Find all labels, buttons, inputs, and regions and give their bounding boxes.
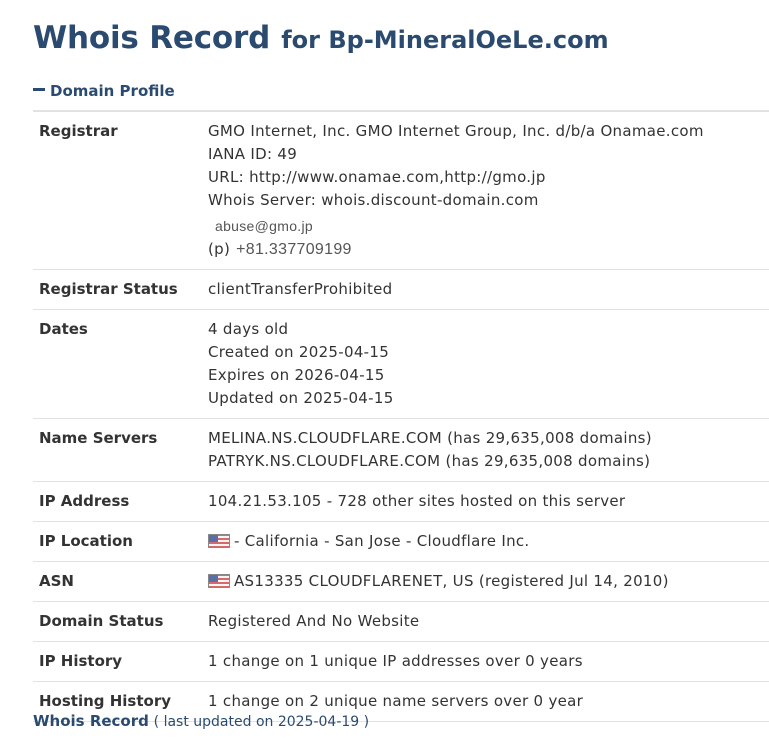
table-row-name-servers: Name Servers MELINA.NS.CLOUDFLARE.COM (h… <box>33 418 769 482</box>
table-row-domain-status: Domain Status Registered And No Website <box>33 601 769 642</box>
expires-date: Expires on 2026-04-15 <box>208 366 385 384</box>
name-server-1: MELINA.NS.CLOUDFLARE.COM (has 29,635,008… <box>208 429 652 447</box>
registrar-whois-server: Whois Server: whois.discount-domain.com <box>208 191 539 209</box>
asn-value: AS13335 CLOUDFLARENET, US (registered Ju… <box>234 572 669 590</box>
last-updated-note: ( last updated on 2025-04-19 ) <box>153 714 370 730</box>
updated-date: Updated on 2025-04-15 <box>208 389 394 407</box>
domain-profile-toggle[interactable]: Domain Profile <box>33 82 175 100</box>
ip-location-value: - California - San Jose - Cloudflare Inc… <box>234 532 530 550</box>
registrar-details: GMO Internet, Inc. GMO Internet Group, I… <box>202 111 769 270</box>
row-label: IP Location <box>33 521 202 562</box>
domain-profile-table: Registrar GMO Internet, Inc. GMO Interne… <box>33 110 769 722</box>
whois-record-link[interactable]: Whois Record <box>33 712 149 730</box>
us-flag-icon <box>208 574 230 588</box>
table-row-ip-location: IP Location - California - San Jose - Cl… <box>33 521 769 562</box>
page: Whois Record for Bp-MineralOeLe.com Doma… <box>0 0 769 741</box>
registrar-iana-id: IANA ID: 49 <box>208 145 298 163</box>
row-label: ASN <box>33 561 202 602</box>
registrar-phone: (p) +81.337709199 <box>208 238 763 261</box>
domain-status-value: Registered And No Website <box>202 601 769 642</box>
table-row-registrar: Registrar GMO Internet, Inc. GMO Interne… <box>33 111 769 270</box>
page-title-domain: for Bp-MineralOeLe.com <box>281 26 609 54</box>
name-servers-list: MELINA.NS.CLOUDFLARE.COM (has 29,635,008… <box>202 418 769 482</box>
asn-cell: AS13335 CLOUDFLARENET, US (registered Ju… <box>202 561 769 602</box>
table-row-ip-history: IP History 1 change on 1 unique IP addre… <box>33 641 769 682</box>
row-label: Domain Status <box>33 601 202 642</box>
row-label: IP Address <box>33 481 202 522</box>
page-title: Whois Record for Bp-MineralOeLe.com <box>33 18 609 56</box>
table-row-dates: Dates 4 days old Created on 2025-04-15 E… <box>33 309 769 419</box>
ip-address-value: 104.21.53.105 - 728 other sites hosted o… <box>202 481 769 522</box>
minus-icon <box>33 88 45 91</box>
registrar-url: URL: http://www.onamae.com,http://gmo.jp <box>208 168 546 186</box>
registrar-name: GMO Internet, Inc. GMO Internet Group, I… <box>208 122 704 140</box>
domain-profile-label: Domain Profile <box>50 82 175 100</box>
ip-location-cell: - California - San Jose - Cloudflare Inc… <box>202 521 769 562</box>
row-label: Dates <box>33 309 202 419</box>
table-row-ip-address: IP Address 104.21.53.105 - 728 other sit… <box>33 481 769 522</box>
row-label: Registrar Status <box>33 269 202 310</box>
table-row-asn: ASN AS13335 CLOUDFLARENET, US (registere… <box>33 561 769 602</box>
page-title-main: Whois Record <box>33 20 271 56</box>
registrar-status-value: clientTransferProhibited <box>202 269 769 310</box>
row-label: Registrar <box>33 111 202 270</box>
created-date: Created on 2025-04-15 <box>208 343 390 361</box>
table-row-registrar-status: Registrar Status clientTransferProhibite… <box>33 269 769 310</box>
domain-age: 4 days old <box>208 320 289 338</box>
whois-record-footer: Whois Record ( last updated on 2025-04-1… <box>33 712 369 730</box>
dates-details: 4 days old Created on 2025-04-15 Expires… <box>202 309 769 419</box>
us-flag-icon <box>208 534 230 548</box>
ip-history-value: 1 change on 1 unique IP addresses over 0… <box>202 641 769 682</box>
row-label: IP History <box>33 641 202 682</box>
name-server-2: PATRYK.NS.CLOUDFLARE.COM (has 29,635,008… <box>208 452 651 470</box>
phone-number: +81.337709199 <box>236 241 352 258</box>
registrar-abuse-email: abuse@gmo.jp <box>215 218 313 234</box>
row-label: Name Servers <box>33 418 202 482</box>
phone-label: (p) <box>208 240 231 258</box>
